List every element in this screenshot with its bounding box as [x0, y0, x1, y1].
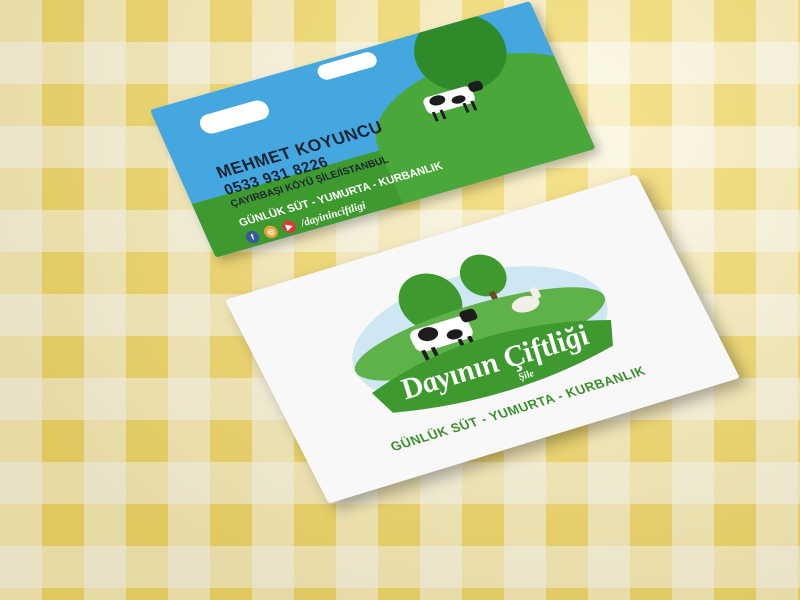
cloud-icon [315, 50, 380, 82]
cloud-icon [196, 98, 273, 136]
farm-logo: Dayının Çiftliği Şile [312, 218, 639, 433]
